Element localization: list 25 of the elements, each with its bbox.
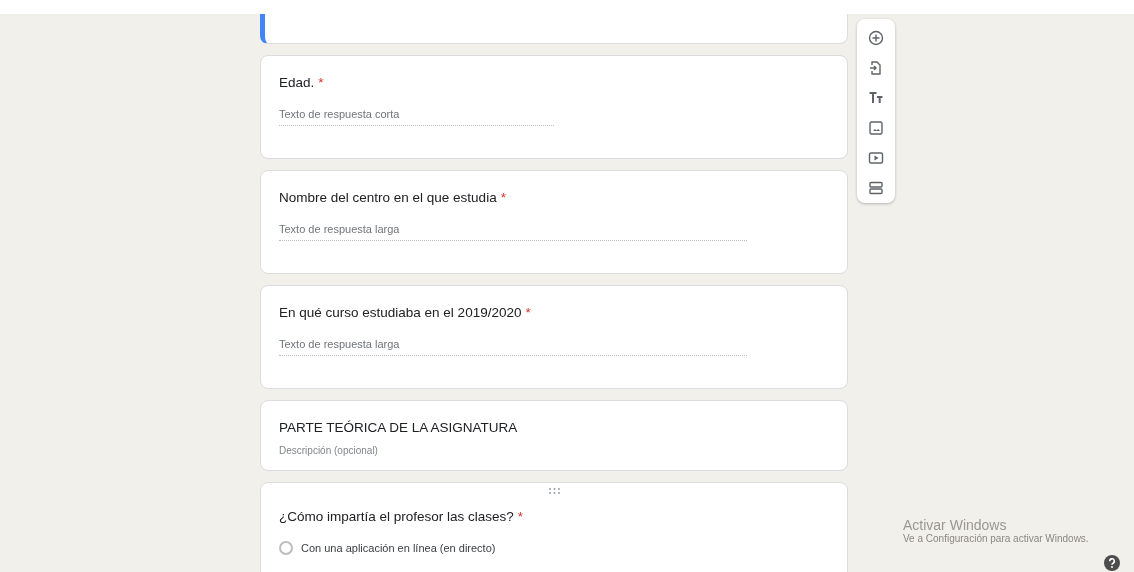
question-title: Nombre del centro en el que estudia bbox=[279, 190, 497, 205]
answer-field[interactable]: Texto de respuesta larga bbox=[279, 337, 747, 356]
notice-title: Activar Windows bbox=[903, 517, 1008, 533]
description-field[interactable]: Descripción (opcional) bbox=[279, 444, 828, 458]
image-icon[interactable] bbox=[868, 120, 884, 136]
section-icon[interactable] bbox=[868, 180, 884, 196]
import-icon[interactable] bbox=[868, 60, 884, 76]
required-mark: * bbox=[318, 75, 324, 90]
answer-field[interactable]: Texto de respuesta corta bbox=[279, 107, 554, 126]
drag-handle-icon[interactable] bbox=[549, 488, 560, 494]
answer-field[interactable]: Texto de respuesta larga bbox=[279, 222, 747, 241]
add-icon[interactable] bbox=[868, 30, 884, 46]
video-icon[interactable] bbox=[868, 150, 884, 166]
text-icon[interactable] bbox=[868, 90, 884, 106]
help-icon[interactable] bbox=[1104, 555, 1120, 571]
question-title: Edad. bbox=[279, 75, 315, 90]
question-title: ¿Cómo impartía el profesor las clases? bbox=[279, 509, 514, 524]
notice-text: Ve a Configuración para activar Windows. bbox=[903, 533, 1089, 544]
question-title: En qué curso estudiaba en el 2019/2020 bbox=[279, 305, 522, 320]
option-label: Con una aplicación en línea (en directo) bbox=[301, 542, 496, 554]
required-mark: * bbox=[525, 305, 531, 320]
required-mark: * bbox=[500, 190, 506, 205]
radio-button[interactable] bbox=[279, 541, 293, 555]
question-title: PARTE TEÓRICA DE LA ASIGNATURA bbox=[279, 420, 518, 435]
required-mark: * bbox=[517, 509, 524, 524]
